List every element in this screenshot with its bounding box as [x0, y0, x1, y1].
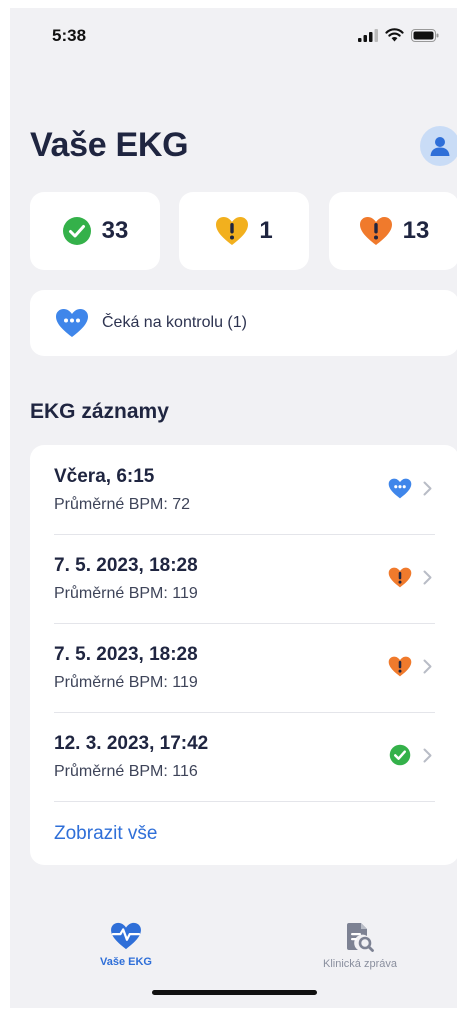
tab-your-ekg[interactable]: Vaše EKG [66, 922, 186, 968]
battery-icon [411, 28, 439, 42]
status-icons [358, 28, 439, 42]
record-row[interactable]: 7. 5. 2023, 18:28 Průměrné BPM: 119 [30, 534, 457, 623]
record-status [388, 565, 412, 589]
record-row[interactable]: Včera, 6:15 Průměrné BPM: 72 [30, 445, 457, 534]
summary-count-alert: 13 [402, 217, 430, 244]
check-circle-icon [62, 217, 91, 245]
signal-icon [358, 28, 378, 42]
record-row[interactable]: 7. 5. 2023, 18:28 Průměrné BPM: 119 [30, 623, 457, 712]
chevron-right-icon [423, 481, 432, 496]
heart-alert-icon [388, 656, 412, 676]
summary-count-warning: 1 [259, 217, 273, 244]
divider [54, 801, 435, 802]
record-date: 7. 5. 2023, 18:28 [54, 555, 198, 576]
record-status [388, 654, 412, 678]
summary-card-normal[interactable]: 33 [30, 192, 160, 270]
heart-pending-icon [388, 478, 412, 498]
summary-card-alert[interactable]: 13 [329, 192, 457, 270]
app-screen: 5:38 Vaše EKG 33 1 13 Čeká na kontrolu (… [10, 8, 457, 1008]
tab-label: Vaše EKG [100, 956, 152, 968]
home-indicator[interactable] [152, 990, 317, 995]
heart-alert-icon [388, 567, 412, 587]
user-icon [430, 137, 450, 156]
status-time: 5:38 [52, 26, 87, 45]
record-bpm: Průměrné BPM: 119 [54, 674, 198, 691]
wifi-icon [385, 28, 404, 42]
summary-count-normal: 33 [101, 217, 129, 244]
tab-label: Klinická zpráva [323, 958, 397, 970]
show-all-link[interactable]: Zobrazit vše [54, 823, 157, 845]
heart-pending-icon [56, 309, 88, 337]
pending-review-card[interactable]: Čeká na kontrolu (1) [30, 290, 457, 356]
record-status [388, 743, 412, 767]
record-date: 12. 3. 2023, 17:42 [54, 733, 209, 754]
page-title: Vaše EKG [30, 126, 189, 164]
record-bpm: Průměrné BPM: 116 [54, 763, 198, 780]
pending-review-label: Čeká na kontrolu (1) [102, 314, 247, 331]
record-status [388, 476, 412, 500]
record-row[interactable]: 12. 3. 2023, 17:42 Průměrné BPM: 116 [30, 712, 457, 801]
profile-avatar-button[interactable] [420, 126, 457, 166]
check-circle-icon [389, 744, 411, 766]
record-date: 7. 5. 2023, 18:28 [54, 644, 198, 665]
chevron-right-icon [423, 748, 432, 763]
heart-alert-icon [359, 217, 392, 245]
report-search-icon [347, 923, 374, 952]
record-date: Včera, 6:15 [54, 466, 155, 487]
summary-card-warning[interactable]: 1 [179, 192, 309, 270]
heart-warning-icon [216, 217, 249, 245]
tab-clinical-report[interactable]: Klinická zpráva [300, 922, 420, 970]
chevron-right-icon [423, 570, 432, 585]
record-bpm: Průměrné BPM: 72 [54, 496, 191, 513]
records-section-title: EKG záznamy [30, 400, 169, 423]
chevron-right-icon [423, 659, 432, 674]
records-list: Včera, 6:15 Průměrné BPM: 72 7. 5. 2023,… [30, 445, 457, 865]
status-bar: 5:38 [10, 8, 457, 68]
record-bpm: Průměrné BPM: 119 [54, 585, 198, 602]
heart-pulse-icon [111, 922, 141, 950]
